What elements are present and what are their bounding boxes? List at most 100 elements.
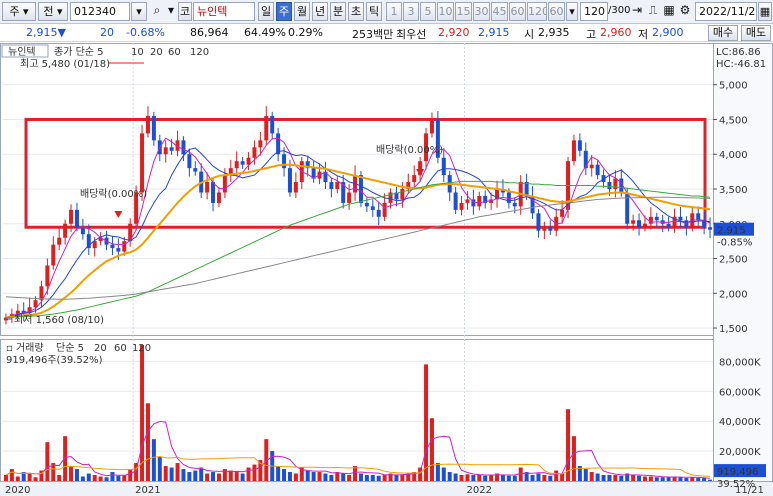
max-price-label: 최고 5,480 (01/18) [20, 58, 110, 70]
volume-legend-entry: 20 [94, 343, 107, 354]
price-tick-label: 1,500 [719, 324, 748, 335]
best-ask-label: 최우선 [396, 28, 427, 41]
volume-bar [323, 473, 328, 481]
legend-entry: 10 [131, 47, 144, 58]
candle-body [506, 192, 511, 203]
price-tick-label: 4,500 [719, 115, 748, 126]
market-select-label: 주 [9, 5, 20, 18]
volume-bar [477, 475, 482, 481]
volume-bar [347, 475, 352, 481]
volume-bar [382, 475, 387, 481]
period-minute-button[interactable]: 분 [330, 2, 346, 21]
volume-bar [631, 475, 636, 481]
candle-body [51, 244, 56, 266]
interval-120-button[interactable]: 120 [527, 2, 547, 21]
interval-15-button[interactable]: 15 [455, 2, 472, 21]
volume-bar [548, 475, 553, 481]
search-icon[interactable]: ⌕ [149, 2, 165, 21]
market-select[interactable]: 주 ▾ [2, 2, 36, 21]
fit-icon[interactable]: ⇥ [630, 2, 644, 21]
candle-body [666, 223, 671, 228]
x-axis-panel [0, 482, 773, 496]
volume-bar [110, 472, 115, 481]
candle-body [329, 182, 334, 189]
volume-bar [9, 469, 14, 481]
interval-custom-select[interactable]: 60 [548, 2, 565, 21]
interval-10-button[interactable]: 10 [437, 2, 454, 21]
chart-toolbar: 주 ▾ 전 ▾ 012340 ▾ ⌕ ▾ 코 뉴인텍 일 주 월 년 분 초 틱… [0, 0, 773, 24]
volume-bar [80, 476, 85, 481]
candle-body [364, 202, 369, 207]
candle-body [252, 147, 257, 158]
volume-bar [193, 470, 198, 481]
candle-body [429, 119, 434, 134]
stock-name-field[interactable]: 뉴인텍 [193, 2, 255, 21]
period-tick-button[interactable]: 틱 [366, 2, 382, 21]
period-month-button[interactable]: 월 [294, 2, 310, 21]
candle-body [548, 227, 553, 231]
x-tick-label: 2021 [135, 485, 160, 496]
candle-body [477, 195, 482, 207]
settings-icon[interactable]: ⚙ [678, 2, 692, 21]
high-price: 2,960 [600, 26, 632, 39]
candle-body [151, 116, 156, 141]
date-input[interactable]: 2022/11/21 [695, 2, 757, 21]
volume-bar [86, 473, 91, 481]
period-day-button[interactable]: 일 [258, 2, 274, 21]
volume-tick-label: 80,000K [719, 357, 761, 368]
interval-60-button[interactable]: 60 [509, 2, 526, 21]
interval-1-button[interactable]: 1 [386, 2, 402, 21]
grid-icon[interactable]: ▦ [662, 2, 676, 21]
price-volume-chart[interactable]: 1,5002,0002,5003,0003,5004,0004,5005,000… [0, 43, 773, 496]
price-change: 20 [100, 26, 114, 39]
x-tick-label: 2022 [467, 485, 492, 496]
volume-bar [3, 475, 8, 481]
volume-bar [27, 473, 32, 481]
candle-body [376, 209, 381, 217]
period-week-button[interactable]: 주 [276, 2, 292, 21]
candle-body [370, 206, 375, 210]
sell-button[interactable]: 매도 [741, 25, 771, 41]
dividend-label-1: 배당락(0.00%) [80, 188, 147, 200]
candle-body [571, 140, 576, 162]
stock-code-input[interactable]: 012340 [70, 2, 130, 21]
candle-body [400, 189, 405, 200]
candle-body [187, 154, 192, 169]
volume-bar [364, 475, 369, 481]
bar-total-label: /300 [608, 5, 630, 16]
volume-bar [500, 475, 505, 481]
buy-button[interactable]: 매수 [708, 25, 738, 41]
volume-bar [187, 472, 192, 481]
period-year-button[interactable]: 년 [312, 2, 328, 21]
code-dropdown-button[interactable]: ▾ [131, 2, 147, 21]
volume-bar [589, 472, 594, 481]
volume-bar [276, 466, 281, 481]
volume-bar [702, 478, 707, 481]
interval-5-button[interactable]: 5 [420, 2, 436, 21]
period-second-button[interactable]: 초 [348, 2, 364, 21]
chevron-down-icon[interactable]: ▾ [165, 2, 177, 21]
price-tick-label: 5,000 [719, 81, 748, 92]
volume-bar [92, 475, 97, 481]
market-filter-select[interactable]: 전 ▾ [38, 2, 68, 21]
candle-body [577, 140, 582, 151]
candle-body [512, 202, 517, 207]
candle-body [459, 202, 464, 210]
compare-icon[interactable]: ⎍ [645, 2, 661, 21]
market-filter-label: 전 [43, 5, 54, 18]
candle-body [45, 265, 50, 287]
legend-entry: 20 [150, 47, 163, 58]
interval-30-button[interactable]: 30 [473, 2, 490, 21]
calendar-icon[interactable]: ▦ [758, 2, 772, 21]
bar-count-input[interactable]: 120 [580, 2, 608, 21]
candle-body [122, 241, 127, 252]
volume-bar [447, 472, 452, 481]
interval-3-button[interactable]: 3 [403, 2, 419, 21]
volume-bar [400, 474, 405, 481]
volume-bar [216, 473, 221, 481]
interval-45-button[interactable]: 45 [491, 2, 508, 21]
volume-bar [370, 475, 375, 481]
volume-bar [353, 466, 358, 481]
interval-dropdown-button[interactable]: ▾ [566, 2, 578, 21]
candle-body [536, 213, 541, 231]
